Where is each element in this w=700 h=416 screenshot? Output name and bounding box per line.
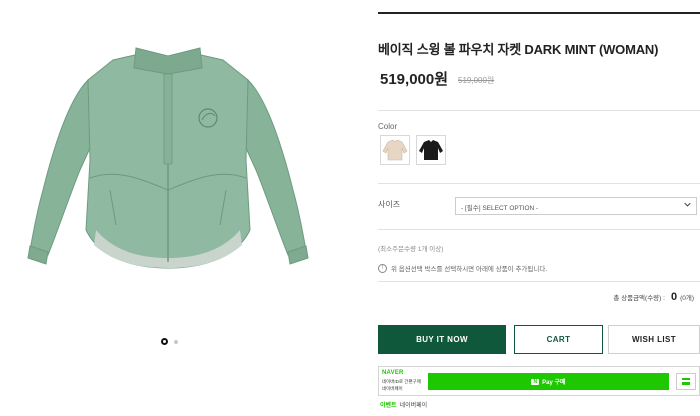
naver-logo: NAVER bbox=[382, 370, 404, 376]
list-icon bbox=[682, 378, 690, 385]
total-value: 0 bbox=[670, 291, 678, 303]
slide-indicator bbox=[161, 338, 178, 345]
product-gallery bbox=[0, 0, 340, 416]
total-price: 총 상품금액(수량) : 0 (0개) bbox=[613, 291, 694, 303]
product-title: 베이직 스윙 볼 파우치 자켓 DARK MINT (WOMAN) bbox=[378, 42, 659, 57]
naver-pay-label: Pay 구매 bbox=[542, 380, 566, 386]
slide-dot[interactable] bbox=[174, 339, 178, 344]
color-label: Color bbox=[378, 122, 398, 131]
naver-subtitle: 네이버ID로 간편구매 bbox=[382, 379, 421, 384]
naver-pay-box: NAVER 네이버ID로 간편구매 네이버페이 N Pay 구매 bbox=[378, 366, 700, 396]
min-quantity-note: (최소주문수량 1개 이상) bbox=[378, 246, 444, 253]
size-select[interactable]: - [필수] SELECT OPTION - bbox=[455, 197, 697, 215]
naver-pay-button[interactable]: N Pay 구매 bbox=[428, 373, 669, 390]
jacket-illustration bbox=[27, 47, 309, 269]
total-unit: (0개) bbox=[680, 295, 694, 302]
naver-n-icon: N bbox=[531, 378, 540, 385]
divider bbox=[378, 229, 700, 230]
color-option-black[interactable] bbox=[416, 135, 446, 165]
product-info: 베이직 스윙 볼 파우치 자켓 DARK MINT (WOMAN) 519,00… bbox=[378, 0, 700, 416]
option-notice: ! 위 옵션선택 박스를 선택하시면 아래에 상품이 추가됩니다. bbox=[378, 263, 547, 273]
naver-wishlist-button[interactable] bbox=[676, 373, 696, 390]
wish-list-button[interactable]: WISH LIST bbox=[608, 325, 700, 354]
beige-jacket-icon bbox=[382, 139, 408, 161]
color-option-beige[interactable] bbox=[380, 135, 410, 165]
product-price: 519,000원 bbox=[380, 71, 449, 88]
product-image[interactable] bbox=[18, 40, 318, 280]
event-link[interactable]: 이벤트 bbox=[380, 400, 397, 409]
naver-pay-link[interactable]: 네이버페이 bbox=[400, 400, 428, 409]
info-icon: ! bbox=[378, 263, 387, 273]
original-price: 519,000원 bbox=[458, 76, 495, 85]
black-jacket-icon bbox=[419, 140, 443, 160]
total-label: 총 상품금액(수량) : bbox=[613, 295, 665, 302]
naver-footer: 이벤트 네이버페이 bbox=[380, 400, 427, 409]
divider bbox=[378, 110, 700, 111]
divider bbox=[378, 281, 700, 282]
divider bbox=[378, 183, 700, 184]
size-select-value: - [필수] SELECT OPTION - bbox=[461, 205, 539, 212]
naver-subtitle-2: 네이버페이 bbox=[382, 386, 403, 391]
top-divider bbox=[378, 12, 700, 14]
cart-button[interactable]: CART bbox=[514, 325, 603, 354]
option-notice-text: 위 옵션선택 박스를 선택하시면 아래에 상품이 추가됩니다. bbox=[391, 266, 548, 273]
buy-it-now-button[interactable]: BUY IT NOW bbox=[378, 325, 506, 354]
chevron-down-icon bbox=[684, 202, 691, 207]
slide-dot-active[interactable] bbox=[161, 338, 168, 345]
size-label: 사이즈 bbox=[378, 200, 401, 209]
